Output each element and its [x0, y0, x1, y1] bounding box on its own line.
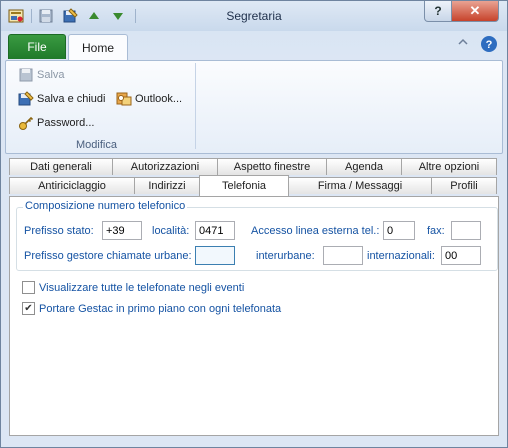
svg-text:?: ? [486, 39, 493, 51]
password-button[interactable]: Password... [18, 115, 94, 131]
checkbox-box[interactable] [22, 281, 35, 294]
tab-agenda[interactable]: Agenda [326, 158, 402, 175]
password-label: Password... [37, 117, 95, 129]
primo-piano-checkbox[interactable]: ✔ Portare Gestac in primo piano con ogni… [22, 302, 281, 315]
app-window: Segretaria ? ✕ File Home ? Salva Salva e… [0, 0, 508, 448]
localita-label: località: [152, 225, 190, 237]
title-bar: Segretaria ? ✕ [1, 1, 507, 31]
visualizzare-telefonate-checkbox[interactable]: Visualizzare tutte le telefonate negli e… [22, 281, 244, 294]
home-tab[interactable]: Home [68, 34, 128, 61]
tab-antiriciclaggio[interactable]: Antiriciclaggio [9, 177, 135, 194]
tab-autorizzazioni[interactable]: Autorizzazioni [112, 158, 218, 175]
internazionali-field[interactable] [441, 246, 481, 265]
tab-dati-generali[interactable]: Dati generali [9, 158, 113, 175]
visualizzare-telefonate-label: Visualizzare tutte le telefonate negli e… [39, 281, 245, 294]
primo-piano-label: Portare Gestac in primo piano con ogni t… [39, 302, 282, 315]
fax-field[interactable] [451, 221, 481, 240]
fax-label: fax: [427, 225, 445, 237]
interurbane-field[interactable] [323, 246, 363, 265]
tab-aspetto-finestre[interactable]: Aspetto finestre [217, 158, 327, 175]
ribbon-panel: Salva Salva e chiudi Outlook... Password… [5, 60, 503, 154]
ribbon-tab-row: File Home [1, 31, 507, 61]
localita-field[interactable] [195, 221, 235, 240]
interurbane-label: interurbane: [256, 250, 315, 262]
salva-chiudi-button[interactable]: Salva e chiudi [18, 91, 106, 107]
composizione-groupbox: Composizione numero telefonico Prefisso … [16, 200, 498, 271]
help-icon[interactable]: ? [480, 35, 498, 56]
prefisso-stato-field[interactable] [102, 221, 142, 240]
salva-label: Salva [37, 69, 65, 81]
file-tab[interactable]: File [8, 34, 66, 59]
settings-content: Dati generali Autorizzazioni Aspetto fin… [5, 155, 503, 443]
close-button[interactable]: ✕ [451, 1, 499, 22]
accesso-linea-label: Accesso linea esterna tel.: [251, 225, 380, 237]
outlook-label: Outlook... [135, 93, 183, 105]
minimize-ribbon-icon[interactable] [457, 36, 469, 51]
save-close-icon [18, 91, 34, 107]
key-icon [18, 115, 34, 131]
internazionali-label: internazionali: [367, 250, 435, 262]
prefisso-gestore-field[interactable] [195, 246, 235, 265]
outlook-button[interactable]: Outlook... [116, 91, 182, 107]
telefonia-panel: Composizione numero telefonico Prefisso … [9, 196, 499, 436]
checkmark-icon[interactable]: ✔ [22, 302, 35, 315]
modifica-group-label: Modifica [76, 139, 117, 151]
prefisso-stato-label: Prefisso stato: [24, 225, 94, 237]
group-title: Composizione numero telefonico [23, 200, 188, 212]
tab-profili[interactable]: Profili [431, 177, 497, 194]
tab-altre-opzioni[interactable]: Altre opzioni [401, 158, 497, 175]
salva-chiudi-label: Salva e chiudi [37, 93, 106, 105]
accesso-linea-field[interactable] [383, 221, 415, 240]
tab-firma-messaggi[interactable]: Firma / Messaggi [288, 177, 432, 194]
outlook-icon [116, 91, 132, 107]
help-button[interactable]: ? [424, 1, 452, 22]
ribbon-group-separator [195, 63, 196, 149]
salva-button[interactable]: Salva [18, 67, 65, 83]
tab-telefonia[interactable]: Telefonia [199, 175, 289, 196]
tab-indirizzi[interactable]: Indirizzi [134, 177, 200, 194]
save-icon [18, 67, 34, 83]
prefisso-gestore-label: Prefisso gestore chiamate urbane: [24, 250, 192, 262]
